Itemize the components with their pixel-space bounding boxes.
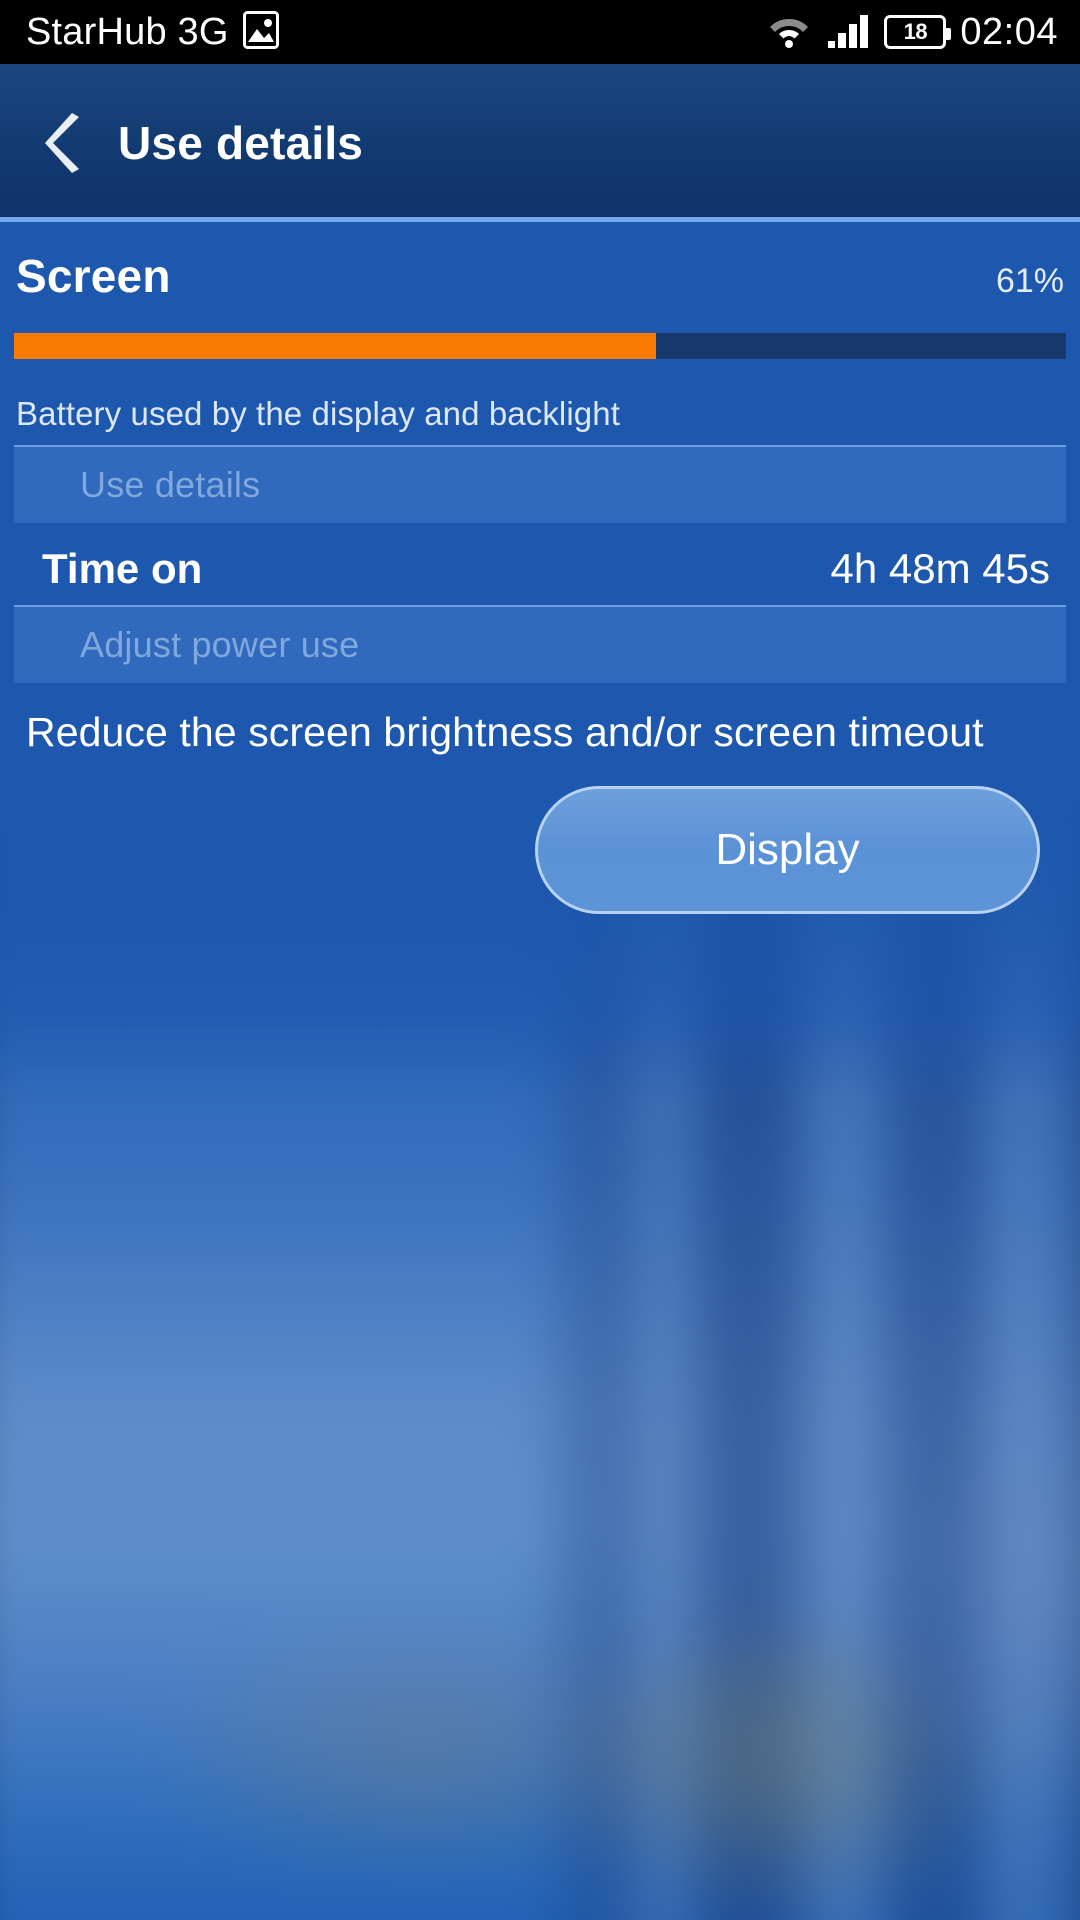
battery-level-label: 18 xyxy=(903,19,928,44)
battery-usage-progress-fill xyxy=(14,333,656,359)
time-on-label: Time on xyxy=(42,545,203,592)
carrier-label: StarHub 3G xyxy=(26,11,229,53)
battery-usage-caption: Battery used by the display and backligh… xyxy=(16,395,620,432)
battery-percent-label: 61% xyxy=(995,262,1064,300)
wifi-icon xyxy=(766,11,812,54)
cellular-signal-icon xyxy=(826,11,870,54)
content-area: Screen 61% Battery used by the display a… xyxy=(0,227,1080,915)
status-bar-left: StarHub 3G xyxy=(26,10,279,54)
power-advice-text: Reduce the screen brightness and/or scre… xyxy=(26,709,984,755)
display-settings-button[interactable]: Display xyxy=(535,786,1040,915)
app-bar-divider xyxy=(0,217,1080,222)
image-icon xyxy=(242,10,279,54)
action-button-row: Display xyxy=(0,756,1080,915)
page-title: Use details xyxy=(118,117,364,169)
status-bar: StarHub 3G 18 02:04 xyxy=(0,0,1080,64)
battery-icon: 18 xyxy=(884,15,952,49)
section-header-adjust-power-use: Adjust power use xyxy=(14,605,1066,683)
status-bar-right: 18 02:04 xyxy=(766,11,1058,54)
back-chevron-icon[interactable] xyxy=(34,112,96,174)
battery-usage-progress-bar xyxy=(14,333,1066,359)
time-on-row: Time on 4h 48m 45s xyxy=(0,523,1080,593)
battery-item-name: Screen xyxy=(16,250,171,302)
section-header-use-details: Use details xyxy=(14,445,1066,523)
phone-screen: StarHub 3G 18 02:04 Use details Screen 6… xyxy=(0,0,1080,1920)
app-bar: Use details xyxy=(0,64,1080,222)
section-label: Use details xyxy=(80,464,261,505)
section-label: Adjust power use xyxy=(80,624,360,665)
battery-item-header: Screen 61% xyxy=(0,227,1080,303)
time-on-value: 4h 48m 45s xyxy=(830,545,1050,592)
clock-label: 02:04 xyxy=(960,11,1058,53)
